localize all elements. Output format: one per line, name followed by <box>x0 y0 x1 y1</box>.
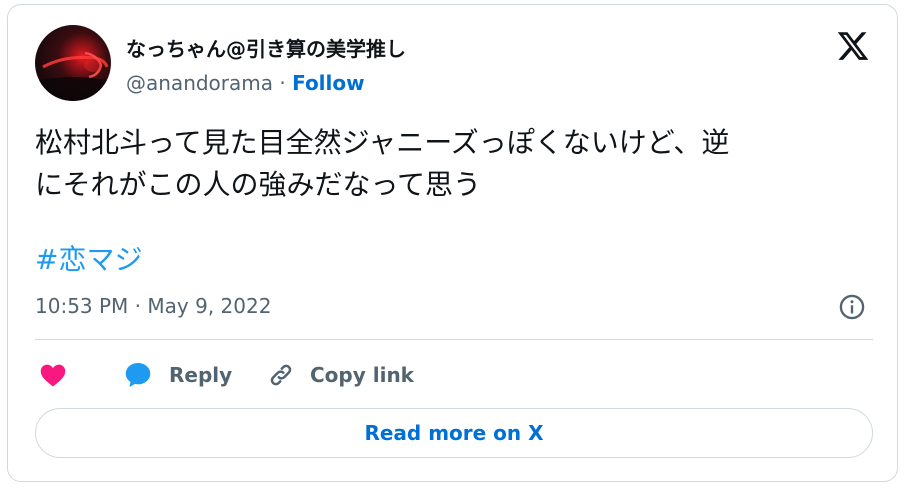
author-handle-row: @anandorama · Follow <box>126 71 365 95</box>
x-logo-icon[interactable] <box>836 29 870 63</box>
divider <box>35 339 873 340</box>
link-icon <box>270 364 292 386</box>
tweet-card: なっちゃん@引き算の美学推し @anandorama · Follow 松村北斗… <box>7 4 898 482</box>
read-more-button[interactable]: Read more on X <box>35 408 873 458</box>
avatar-image <box>35 51 111 101</box>
author-display-name[interactable]: なっちゃん@引き算の美学推し <box>126 33 406 62</box>
reply-label: Reply <box>169 363 233 387</box>
like-button[interactable] <box>38 357 68 393</box>
tweet-text-line-2: にそれがこの人の強みだなって思う <box>35 168 482 201</box>
tweet-text-line-1: 松村北斗って見た目全然ジャニーズっぽくないけど、逆 <box>35 126 730 159</box>
heart-icon <box>40 364 66 387</box>
info-icon[interactable] <box>838 293 866 321</box>
reply-button[interactable]: Reply <box>122 357 232 393</box>
hashtag-link[interactable]: #恋マジ <box>35 238 142 278</box>
tweet-text: 松村北斗って見た目全然ジャニーズっぽくないけど、逆 にそれがこの人の強みだなって… <box>35 122 865 206</box>
author-handle[interactable]: @anandorama <box>126 71 273 95</box>
tweet-timestamp[interactable]: 10:53 PM · May 9, 2022 <box>35 294 271 318</box>
avatar[interactable] <box>35 25 111 101</box>
copy-link-button[interactable]: Copy link <box>266 357 414 393</box>
speech-bubble-icon <box>125 363 151 387</box>
copy-link-label: Copy link <box>310 363 414 387</box>
handle-separator: · <box>273 71 293 95</box>
read-more-label: Read more on X <box>364 421 544 445</box>
follow-button[interactable]: Follow <box>292 71 365 95</box>
